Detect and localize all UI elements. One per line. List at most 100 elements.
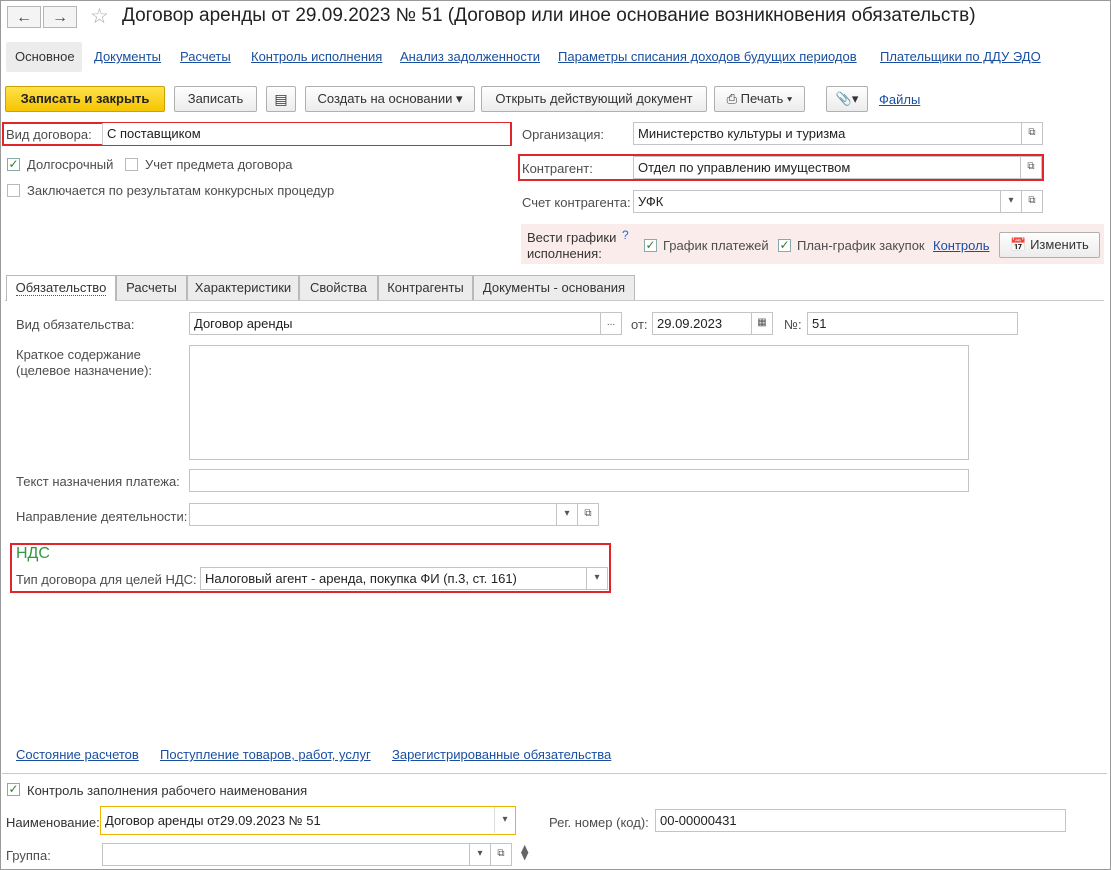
counterparty-field[interactable]: Отдел по управлению имуществом ⧉ xyxy=(633,156,1042,179)
vat-type-field[interactable]: Налоговый агент - аренда, покупка ФИ (п.… xyxy=(200,567,608,590)
control-link[interactable]: Контроль xyxy=(933,238,989,253)
open-icon[interactable]: ⧉ xyxy=(577,504,598,525)
calendar-icon: 📅 xyxy=(1010,237,1027,252)
tab-settlements[interactable]: Расчеты xyxy=(116,275,187,300)
date-field[interactable]: 29.09.2023 ▦ xyxy=(652,312,773,335)
paperclip-icon: 📎 xyxy=(835,91,852,106)
vat-header: НДС xyxy=(16,545,50,562)
counterparty-label: Контрагент: xyxy=(522,161,593,176)
calendar-icon[interactable]: ▦ xyxy=(751,313,772,334)
purchase-schedule-label: План-график закупок xyxy=(797,238,925,253)
save-close-button[interactable]: Записать и закрыть xyxy=(5,86,165,112)
print-button[interactable]: ⎙ Печать ▾ xyxy=(714,86,805,112)
activity-field[interactable]: ▾ ⧉ xyxy=(189,503,599,526)
settlements-state-link[interactable]: Состояние расчетов xyxy=(16,747,139,762)
tab-debt-analysis[interactable]: Анализ задолженности xyxy=(400,49,540,64)
long-term-checkbox[interactable]: ✓ xyxy=(7,158,20,171)
competitive-label: Заключается по результатам конкурсных пр… xyxy=(27,183,335,198)
obligation-kind-field[interactable]: Договор аренды ... xyxy=(189,312,622,335)
open-document-button[interactable]: Открыть действующий документ xyxy=(481,86,707,112)
create-based-button[interactable]: Создать на основании ▾ xyxy=(305,86,475,112)
payment-schedule-checkbox[interactable]: ✓ xyxy=(644,239,657,252)
subject-accounting-label: Учет предмета договора xyxy=(145,157,293,172)
tab-main[interactable]: Основное xyxy=(15,49,75,64)
account-field[interactable]: УФК ▾ ⧉ xyxy=(633,190,1043,213)
back-arrow-icon[interactable]: ← xyxy=(7,6,41,28)
reg-number-label: Рег. номер (код): xyxy=(549,815,649,830)
vat-type-value: Налоговый агент - аренда, покупка ФИ (п.… xyxy=(205,571,517,586)
tab-basis-documents[interactable]: Документы - основания xyxy=(473,275,635,300)
name-value: Договор аренды от29.09.2023 № 51 xyxy=(105,813,321,828)
tab-documents[interactable]: Документы xyxy=(94,49,161,64)
schedules-label-line2: исполнения: xyxy=(527,246,602,261)
tab-obligation-label: Обязательство xyxy=(15,280,107,296)
obligation-kind-value: Договор аренды xyxy=(194,316,293,331)
change-label: Изменить xyxy=(1030,237,1089,252)
files-link[interactable]: Файлы xyxy=(879,92,920,107)
tab-execution-control[interactable]: Контроль исполнения xyxy=(251,49,382,64)
name-control-checkbox[interactable]: ✓ xyxy=(7,783,20,796)
tab-deferred-income[interactable]: Параметры списания доходов будущих перио… xyxy=(558,49,857,64)
save-button[interactable]: Записать xyxy=(174,86,257,112)
date-value: 29.09.2023 xyxy=(657,316,723,331)
purchase-schedule-checkbox[interactable]: ✓ xyxy=(778,239,791,252)
org-value: Министерство культуры и туризма xyxy=(638,126,846,141)
page-title: Договор аренды от 29.09.2023 № 51 (Догов… xyxy=(122,5,976,26)
tab-ddu-payers[interactable]: Плательщики по ДДУ ЭДО xyxy=(880,49,1041,64)
chevron-down-icon: ▾ xyxy=(851,91,859,106)
number-label: №: xyxy=(784,317,802,332)
printer-icon: ⎙ xyxy=(726,91,738,106)
org-field[interactable]: Министерство культуры и туризма ⧉ xyxy=(633,122,1043,145)
tab-obligation[interactable]: Обязательство xyxy=(6,275,116,301)
activity-label: Направление деятельности: xyxy=(16,509,188,524)
name-label: Наименование: xyxy=(6,815,100,830)
chevron-down-icon: ▾ xyxy=(786,91,793,106)
open-icon[interactable]: ⧉ xyxy=(490,844,511,865)
dropdown-arrow-icon[interactable]: ▾ xyxy=(469,844,490,865)
registered-obligations-link[interactable]: Зарегистрированные обязательства xyxy=(392,747,611,762)
chevron-down-icon: ▾ xyxy=(455,91,463,106)
group-field[interactable]: ▾ ⧉ xyxy=(102,843,512,866)
favorite-star-icon[interactable]: ☆ xyxy=(90,4,109,29)
forward-arrow-icon[interactable]: → xyxy=(43,6,77,28)
tag-icon[interactable]: ⧫ xyxy=(521,843,528,861)
summary-textarea[interactable] xyxy=(189,345,969,460)
reg-number-field[interactable]: 00-00000431 xyxy=(655,809,1066,832)
payment-text-field[interactable] xyxy=(189,469,969,492)
name-field[interactable]: Договор аренды от29.09.2023 № 51 ▾ xyxy=(100,806,516,835)
select-button[interactable]: ... xyxy=(600,313,621,334)
print-label: Печать xyxy=(740,91,784,106)
change-button[interactable]: 📅 Изменить xyxy=(999,232,1100,258)
dropdown-arrow-icon[interactable]: ▾ xyxy=(556,504,577,525)
attachment-button[interactable]: 📎▾ xyxy=(826,86,868,112)
open-icon[interactable]: ⧉ xyxy=(1021,191,1042,212)
number-field[interactable]: 51 xyxy=(807,312,1018,335)
subject-accounting-checkbox[interactable] xyxy=(125,158,138,171)
competitive-checkbox[interactable] xyxy=(7,184,20,197)
open-icon[interactable]: ⧉ xyxy=(1021,123,1042,144)
list-icon[interactable]: ▤ xyxy=(266,86,296,112)
dropdown-arrow-icon[interactable]: ▾ xyxy=(494,807,515,833)
contract-type-label: Вид договора: xyxy=(6,127,92,142)
payment-text-label: Текст назначения платежа: xyxy=(16,474,180,489)
tab-payments[interactable]: Расчеты xyxy=(180,49,231,64)
counterparty-value: Отдел по управлению имуществом xyxy=(638,160,851,175)
tab-counterparties[interactable]: Контрагенты xyxy=(378,275,473,300)
schedules-label-line1: Вести графики xyxy=(527,230,617,245)
goods-receipt-link[interactable]: Поступление товаров, работ, услуг xyxy=(160,747,371,762)
account-value: УФК xyxy=(638,194,664,209)
dropdown-arrow-icon[interactable]: ▾ xyxy=(586,568,607,589)
vat-type-label: Тип договора для целей НДС: xyxy=(16,572,197,587)
create-based-label: Создать на основании xyxy=(317,91,453,106)
help-icon[interactable]: ? xyxy=(622,228,629,242)
summary-label-line2: (целевое назначение): xyxy=(16,363,153,378)
contract-type-field[interactable]: С поставщиком xyxy=(102,123,510,145)
obligation-kind-label: Вид обязательства: xyxy=(16,317,135,332)
org-label: Организация: xyxy=(522,127,605,142)
dropdown-arrow-icon[interactable]: ▾ xyxy=(1000,191,1021,212)
open-icon[interactable]: ⧉ xyxy=(1020,157,1041,178)
tab-properties[interactable]: Свойства xyxy=(299,275,378,300)
footer-divider xyxy=(2,773,1107,774)
tabs-baseline xyxy=(5,300,1104,301)
tab-characteristics[interactable]: Характеристики xyxy=(187,275,299,300)
